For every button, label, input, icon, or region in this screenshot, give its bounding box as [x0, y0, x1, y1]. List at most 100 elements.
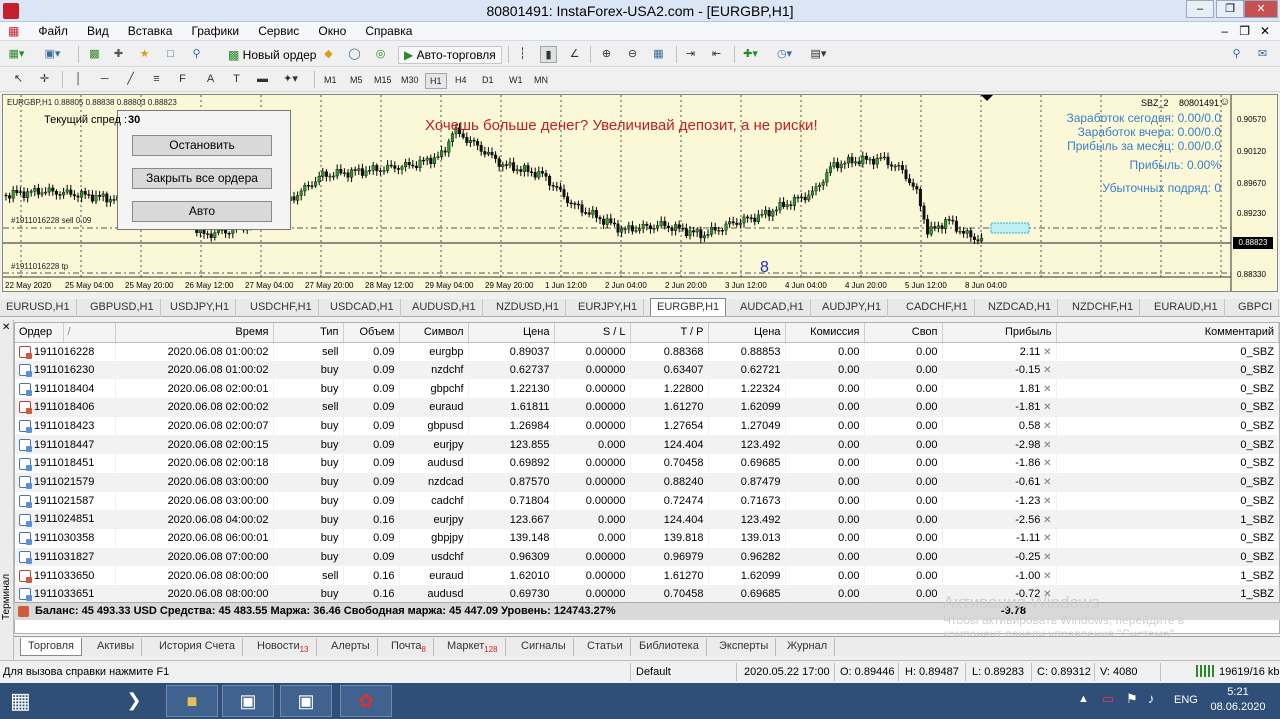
profiles-icon[interactable]: ▣▾: [44, 46, 61, 63]
chart-tab[interactable]: EURJPY,H1: [572, 299, 645, 317]
table-row[interactable]: 1911033650 2020.06.08 08:00:00 sell 0.16 eur…: [15, 566, 1279, 585]
chart-tab[interactable]: EURGBP,H1: [650, 298, 727, 316]
col-order[interactable]: Ордер: [15, 323, 64, 343]
terminal-tab[interactable]: Журнал: [780, 638, 836, 656]
menu-tools[interactable]: Сервис: [250, 22, 307, 38]
table-row[interactable]: 1911018447 2020.06.08 02:00:15 buy 0.09 eurj…: [15, 435, 1279, 455]
col-comment[interactable]: Комментарий: [1056, 323, 1279, 343]
col-swap[interactable]: Своп: [864, 323, 943, 343]
timeframe-m30[interactable]: M30: [397, 73, 423, 87]
terminal-tab[interactable]: Библиотека: [632, 638, 707, 656]
table-row[interactable]: 1911018404 2020.06.08 02:00:01 buy 0.09 gbpc…: [15, 379, 1279, 399]
navigator-icon[interactable]: ★: [136, 46, 153, 63]
chat-icon[interactable]: ✉: [1254, 46, 1271, 63]
chart-tab[interactable]: USDCAD,H1: [324, 299, 401, 317]
market-watch-icon[interactable]: ▩: [86, 46, 103, 63]
zoom-in-icon[interactable]: ⊕: [598, 46, 615, 63]
timeframe-h1[interactable]: H1: [425, 73, 447, 89]
new-order-button[interactable]: ▩ Новый ордер: [222, 46, 322, 64]
close-order-icon[interactable]: ✕: [1040, 440, 1051, 451]
col-price[interactable]: Цена: [468, 323, 555, 343]
menu-charts[interactable]: Графики: [183, 22, 247, 38]
timeframe-mn[interactable]: MN: [530, 73, 552, 87]
col-sort-indicator[interactable]: /: [63, 323, 116, 343]
terminal-close-icon[interactable]: ✕: [2, 322, 10, 333]
timeframe-h4[interactable]: H4: [451, 73, 471, 87]
timeframe-w1[interactable]: W1: [505, 73, 527, 87]
chart-tab[interactable]: AUDCAD,H1: [734, 299, 811, 317]
chart-tab[interactable]: USDCHF,H1: [244, 299, 319, 317]
text-label-icon[interactable]: T: [228, 71, 245, 88]
signals-icon[interactable]: ◎: [372, 46, 389, 63]
close-order-icon[interactable]: ✕: [1040, 533, 1051, 544]
meta-editor-icon[interactable]: ◆: [320, 46, 337, 63]
table-row[interactable]: 1911016230 2020.06.08 01:00:02 buy 0.09 nzdc…: [15, 360, 1279, 380]
search-icon[interactable]: ⚲: [1228, 46, 1245, 63]
zoom-out-icon[interactable]: ⊖: [624, 46, 641, 63]
terminal-tab[interactable]: Торговля: [20, 638, 82, 656]
table-row[interactable]: 1911024851 2020.06.08 04:00:02 buy 0.16 eurj…: [15, 510, 1279, 529]
menu-file[interactable]: Файл: [30, 22, 76, 38]
table-row[interactable]: 1911016228 2020.06.08 01:00:02 sell 0.09 eur…: [15, 342, 1279, 361]
menu-icon[interactable]: ▦: [0, 22, 27, 38]
powershell-icon[interactable]: ❯: [108, 685, 160, 717]
terminal-app-icon[interactable]: ✿: [340, 685, 392, 717]
terminal-tab[interactable]: Новости13: [250, 638, 317, 656]
menu-view[interactable]: Вид: [79, 22, 117, 38]
candlestick-icon[interactable]: ▮: [540, 46, 557, 63]
chart-tab[interactable]: CADCHF,H1: [900, 299, 975, 317]
minimize-button[interactable]: –: [1186, 0, 1214, 18]
terminal-tab[interactable]: История Счета: [152, 638, 244, 656]
vertical-line-icon[interactable]: │: [70, 71, 87, 88]
close-order-icon[interactable]: ✕: [1040, 552, 1051, 563]
market-icon[interactable]: ◯: [346, 46, 363, 63]
timeframe-m1[interactable]: M1: [320, 73, 341, 87]
close-order-icon[interactable]: ✕: [1040, 347, 1051, 358]
chart-tab[interactable]: NZDUSD,H1: [490, 299, 566, 317]
table-row[interactable]: 1911030358 2020.06.08 06:00:01 buy 0.09 gbpj…: [15, 528, 1279, 548]
col-sl[interactable]: S / L: [554, 323, 631, 343]
maximize-button[interactable]: ❐: [1216, 0, 1244, 18]
shapes-icon[interactable]: ✦▾: [282, 71, 299, 88]
col-tp[interactable]: T / P: [630, 323, 709, 343]
terminal-tab[interactable]: Почта8: [384, 638, 434, 656]
tester-icon[interactable]: ⚲: [188, 46, 205, 63]
menu-help[interactable]: Справка: [357, 22, 420, 38]
chart-tab[interactable]: GBPUSD,H1: [84, 299, 161, 317]
trendline-icon[interactable]: ╱: [122, 71, 139, 88]
keyboard-language[interactable]: ENG: [1174, 694, 1198, 706]
table-row[interactable]: 1911021587 2020.06.08 03:00:00 buy 0.09 cadc…: [15, 491, 1279, 511]
tray-expand-icon[interactable]: ▲: [1078, 693, 1089, 705]
col-profit[interactable]: Прибыль: [942, 323, 1057, 343]
menu-insert[interactable]: Вставка: [120, 22, 181, 38]
table-row[interactable]: 1911018451 2020.06.08 02:00:18 buy 0.09 audu…: [15, 454, 1279, 473]
col-volume[interactable]: Объем: [343, 323, 400, 343]
start-button[interactable]: ▦: [10, 689, 31, 713]
crosshair-icon[interactable]: ✛: [36, 71, 53, 88]
horizontal-line-icon[interactable]: ─: [96, 71, 113, 88]
text-icon[interactable]: A: [202, 71, 219, 88]
col-commission[interactable]: Комиссия: [785, 323, 865, 343]
terminal-tab[interactable]: Эксперты: [712, 638, 777, 656]
timeframe-d1[interactable]: D1: [478, 73, 498, 87]
close-order-icon[interactable]: ✕: [1040, 515, 1051, 526]
remote-desktop-icon-1[interactable]: ▣: [222, 685, 274, 717]
stop-button[interactable]: Остановить: [132, 135, 272, 156]
close-order-icon[interactable]: ✕: [1040, 421, 1051, 432]
close-button[interactable]: ✕: [1244, 0, 1278, 18]
terminal-tab[interactable]: Сигналы: [514, 638, 574, 656]
chart-tab[interactable]: GBPCI: [1232, 299, 1280, 317]
chart-tab[interactable]: AUDJPY,H1: [816, 299, 889, 317]
auto-button[interactable]: Авто: [132, 201, 272, 222]
col-current-price[interactable]: Цена: [708, 323, 786, 343]
close-order-icon[interactable]: ✕: [1040, 477, 1051, 488]
templates-icon[interactable]: ▤▾: [810, 46, 827, 63]
channel-icon[interactable]: ≡: [148, 71, 165, 88]
terminal-tab[interactable]: Алерты: [324, 638, 378, 656]
close-order-icon[interactable]: ✕: [1040, 496, 1051, 507]
chart-shift-icon[interactable]: ⇤: [708, 46, 725, 63]
close-order-icon[interactable]: ✕: [1040, 365, 1051, 376]
chart-tab[interactable]: EURUSD,H1: [0, 299, 77, 317]
cursor-icon[interactable]: ↖: [10, 71, 27, 88]
terminal-side-tab[interactable]: ✕ Терминал: [0, 320, 14, 660]
